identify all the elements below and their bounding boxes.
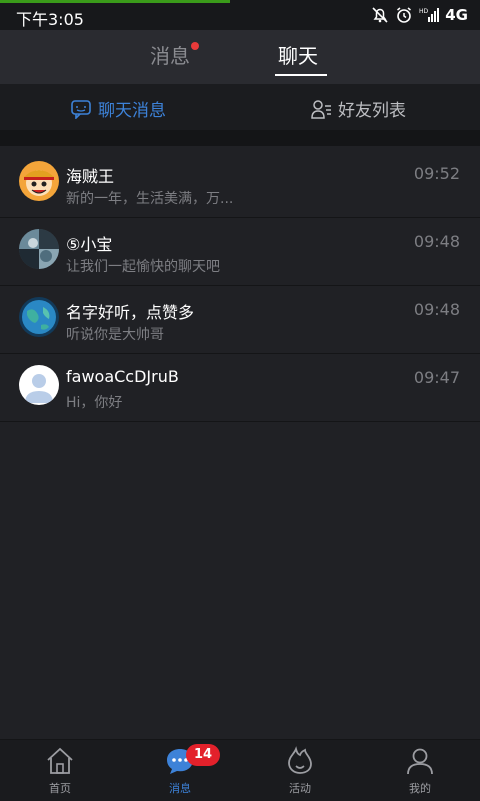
home-icon	[47, 747, 73, 774]
chat-time: 09:48	[413, 232, 460, 251]
subtab-chat-messages-label: 聊天消息	[98, 101, 166, 121]
default-avatar	[19, 365, 59, 405]
nav-home[interactable]: 首页	[0, 746, 120, 796]
tab-chat[interactable]: 聊天	[278, 40, 318, 69]
subtab-friend-list[interactable]: 好友列表	[310, 96, 406, 121]
unread-dot	[191, 42, 199, 50]
nav-messages[interactable]: 消息	[120, 746, 240, 796]
friend-list-icon	[311, 99, 331, 119]
globe-avatar	[19, 297, 59, 337]
bottom-nav: 首页 消息 14 活动 我的	[0, 739, 480, 801]
chat-preview: 让我们一起愉快的聊天吧	[66, 259, 220, 275]
chat-time: 09:47	[413, 368, 460, 387]
chat-preview: 听说你是大帅哥	[66, 327, 164, 343]
tab-messages[interactable]: 消息	[150, 40, 199, 69]
chat-time: 09:48	[413, 300, 460, 319]
nav-home-label: 首页	[49, 782, 71, 795]
nav-profile[interactable]: 我的	[360, 746, 480, 796]
chat-row[interactable]: ⑤小宝 让我们一起愉快的聊天吧 09:48	[0, 218, 480, 286]
chat-name: 海贼王	[66, 167, 115, 186]
nav-activity[interactable]: 活动	[240, 746, 360, 796]
chat-row[interactable]: 海贼王 新的一年，生活美满，万... 09:52	[0, 150, 480, 218]
profile-icon	[407, 748, 433, 775]
section-divider	[0, 130, 480, 146]
nav-profile-label: 我的	[409, 782, 431, 795]
chat-name: fawoaCcDJruB	[66, 367, 179, 386]
active-tab-indicator	[275, 74, 327, 76]
svg-text:HD: HD	[419, 8, 429, 15]
unread-count-badge: 14	[186, 744, 220, 766]
status-icons: HD 4G	[371, 6, 468, 24]
top-tab-bar: 消息 聊天	[0, 30, 480, 84]
tab-chat-label: 聊天	[278, 44, 318, 68]
chat-row[interactable]: fawoaCcDJruB Hi，你好 09:47	[0, 354, 480, 422]
alarm-clock-icon	[397, 7, 412, 23]
tab-messages-label: 消息	[150, 44, 190, 68]
chat-row[interactable]: 名字好听，点赞多 听说你是大帅哥 09:48	[0, 286, 480, 354]
chat-list: 海贼王 新的一年，生活美满，万... 09:52 ⑤小宝 让我们一起愉快的聊天吧…	[0, 150, 480, 422]
signal-icon: HD	[419, 8, 440, 22]
chat-preview: Hi，你好	[66, 395, 123, 411]
cartoon-avatar	[19, 161, 59, 201]
network-type: 4G	[445, 6, 468, 24]
chat-message-icon	[71, 99, 91, 119]
page-load-progress	[0, 0, 230, 3]
chat-preview: 新的一年，生活美满，万...	[66, 191, 234, 207]
status-time: 下午3:05	[16, 10, 84, 29]
sub-tab-bar: 聊天消息 好友列表	[0, 84, 480, 130]
photo-avatar	[19, 229, 59, 269]
chat-name: ⑤小宝	[66, 235, 113, 254]
status-bar: 下午3:05 HD 4G	[0, 0, 480, 30]
mute-alarm-icon	[372, 7, 388, 23]
nav-activity-label: 活动	[289, 782, 311, 795]
nav-messages-label: 消息	[169, 782, 191, 795]
chat-name: 名字好听，点赞多	[66, 303, 195, 322]
subtab-friend-list-label: 好友列表	[338, 101, 406, 121]
subtab-chat-messages[interactable]: 聊天消息	[70, 96, 166, 121]
activity-icon	[288, 746, 312, 774]
chat-time: 09:52	[413, 164, 460, 183]
